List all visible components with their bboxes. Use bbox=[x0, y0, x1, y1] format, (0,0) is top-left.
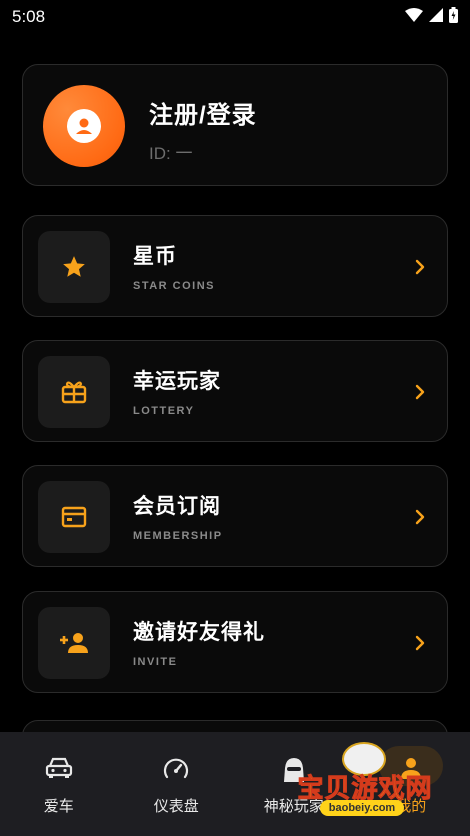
tab-me[interactable]: 我的 bbox=[353, 732, 470, 836]
status-time: 5:08 bbox=[12, 7, 46, 26]
chevron-right-icon bbox=[415, 635, 425, 651]
speedometer-icon bbox=[164, 758, 189, 779]
menu-title: 幸运玩家 bbox=[133, 370, 221, 393]
avatar-person-icon bbox=[67, 109, 101, 143]
tab-label: 爱车 bbox=[43, 798, 74, 815]
chevron-right-icon bbox=[415, 384, 425, 400]
menu-subtitle: LOTTERY bbox=[133, 405, 195, 417]
status-bar: 5:08 bbox=[0, 0, 470, 34]
menu-item-star-coins[interactable]: 星币 STAR COINS bbox=[22, 215, 448, 317]
card-icon bbox=[61, 506, 87, 528]
menu-title: 会员订阅 bbox=[133, 495, 221, 518]
menu-item-membership[interactable]: 会员订阅 MEMBERSHIP bbox=[22, 465, 448, 567]
tab-dashboard[interactable]: 仪表盘 bbox=[118, 732, 236, 836]
menu-icon-box bbox=[38, 481, 110, 553]
chevron-right-icon bbox=[415, 509, 425, 525]
menu-subtitle: STAR COINS bbox=[133, 280, 216, 292]
profile-card[interactable]: 注册/登录 ID: 一 bbox=[22, 64, 448, 186]
tab-label: 我的 bbox=[396, 798, 427, 815]
status-icons bbox=[405, 7, 458, 23]
menu-item-invite[interactable]: 邀请好友得礼 INVITE bbox=[22, 591, 448, 693]
menu-item-lottery[interactable]: 幸运玩家 LOTTERY bbox=[22, 340, 448, 442]
menu-subtitle: INVITE bbox=[133, 656, 178, 668]
tab-car[interactable]: 爱车 bbox=[0, 732, 118, 836]
battery-icon bbox=[449, 7, 458, 23]
tab-mystery-player[interactable]: 神秘玩家 bbox=[235, 732, 353, 836]
tab-label: 仪表盘 bbox=[153, 798, 199, 815]
menu-title: 星币 bbox=[133, 245, 177, 268]
chevron-right-icon bbox=[415, 259, 425, 275]
car-icon bbox=[45, 757, 72, 778]
tab-label: 神秘玩家 bbox=[263, 798, 324, 815]
bottom-tab-bar: 爱车 仪表盘 神秘玩家 我的 bbox=[0, 732, 470, 836]
avatar[interactable] bbox=[43, 85, 125, 167]
menu-icon-box bbox=[38, 356, 110, 428]
person-add-icon bbox=[60, 633, 88, 653]
signal-icon bbox=[429, 8, 443, 22]
menu-icon-box bbox=[38, 231, 110, 303]
gift-icon bbox=[61, 381, 87, 404]
menu-title: 邀请好友得礼 bbox=[133, 621, 265, 644]
login-register-link[interactable]: 注册/登录 bbox=[149, 95, 257, 130]
menu-subtitle: MEMBERSHIP bbox=[133, 530, 223, 542]
person-icon bbox=[401, 758, 422, 779]
wifi-icon bbox=[405, 8, 423, 22]
menu-icon-box bbox=[38, 607, 110, 679]
star-icon bbox=[63, 256, 85, 277]
mystery-player-icon bbox=[283, 758, 304, 782]
user-id: ID: 一 bbox=[149, 144, 193, 163]
